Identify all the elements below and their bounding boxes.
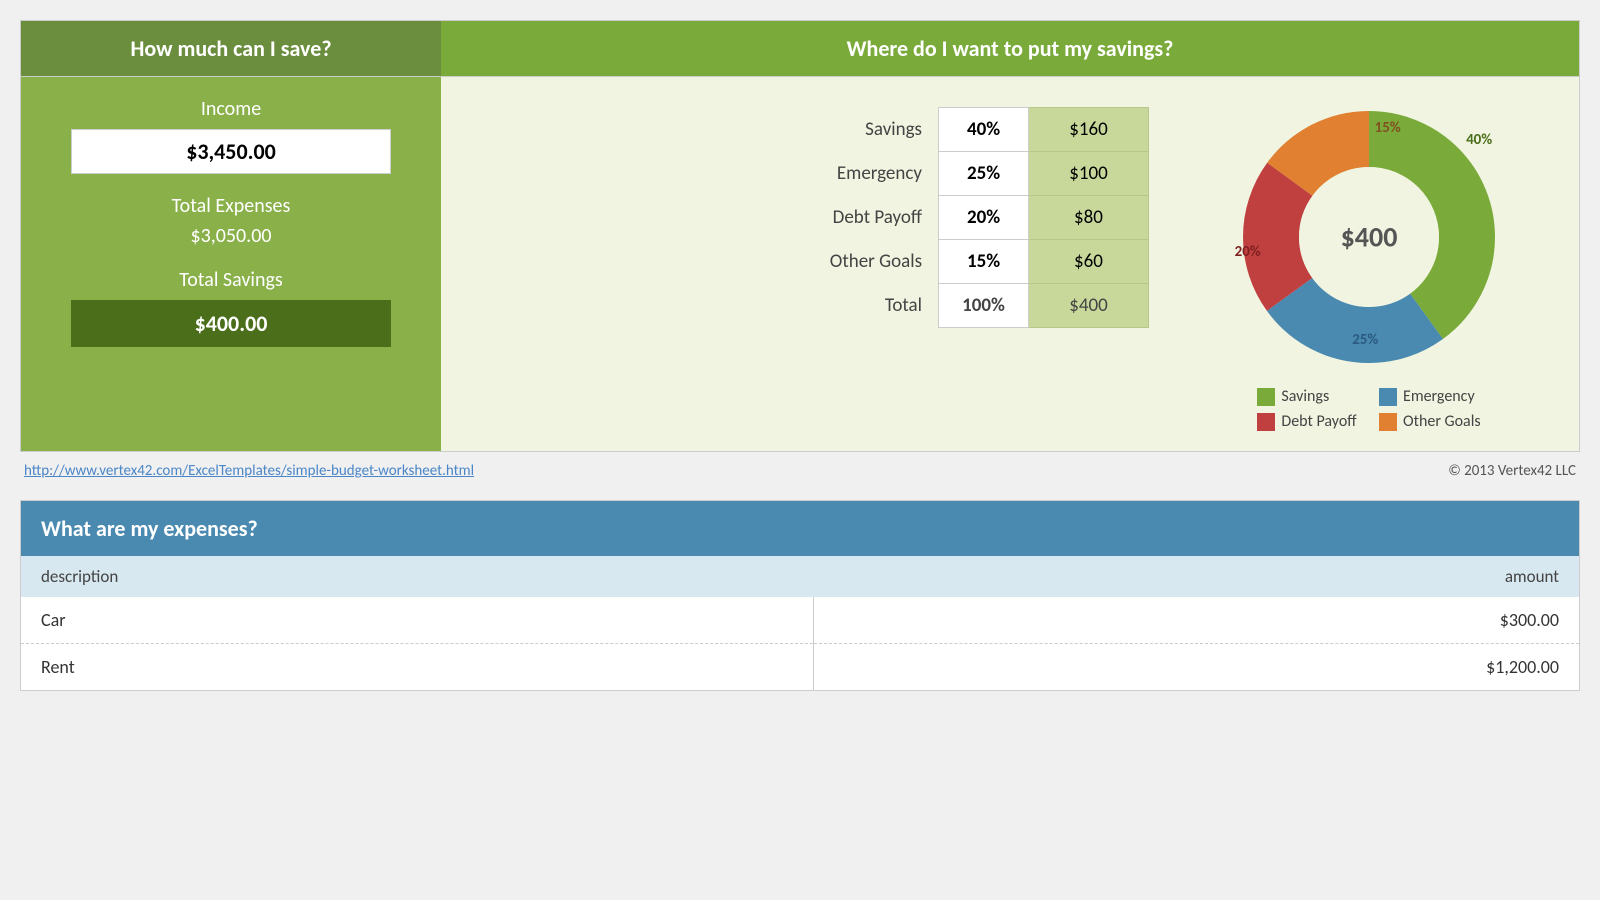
savings-row-pct: 25% (939, 152, 1029, 196)
expense-description: Rent (21, 644, 813, 691)
legend-color-box (1379, 413, 1397, 431)
chart-label-savings-pct: 40% (1466, 131, 1492, 149)
top-section: How much can I save? Where do I want to … (20, 20, 1580, 77)
legend-item: Emergency (1379, 387, 1481, 406)
savings-row-pct: 40% (939, 108, 1029, 152)
legend-color-box (1257, 413, 1275, 431)
legend-label: Emergency (1403, 387, 1475, 406)
right-panel: Savings 40% $160 Emergency 25% $100 Debt… (441, 77, 1579, 451)
chart-container: $400 40% 25% 20% 15% Savings Emergency D… (1189, 97, 1549, 431)
savings-row-amount: $60 (1029, 240, 1149, 284)
expense-amount: $1,200.00 (813, 644, 1579, 691)
expenses-label: Total Expenses (172, 194, 291, 218)
col-amount: amount (813, 556, 1579, 597)
col-description: description (21, 556, 813, 597)
expenses-table-header: description amount (21, 556, 1579, 597)
income-value[interactable]: $3,450.00 (71, 129, 391, 174)
savings-row-amount: $100 (1029, 152, 1149, 196)
savings-row-label: Savings (471, 108, 939, 152)
savings-row-label: Emergency (471, 152, 939, 196)
header-left-title: How much can I save? (21, 21, 441, 76)
bottom-section: What are my expenses? description amount… (20, 500, 1580, 691)
chart-center-value: $400 (1341, 220, 1398, 255)
savings-label: Total Savings (179, 268, 282, 292)
header-row: How much can I save? Where do I want to … (21, 21, 1579, 76)
chart-legend: Savings Emergency Debt Payoff Other Goal… (1257, 387, 1480, 431)
savings-value: $400.00 (71, 300, 391, 347)
savings-table-container: Savings 40% $160 Emergency 25% $100 Debt… (471, 97, 1149, 328)
legend-label: Other Goals (1403, 412, 1481, 431)
income-label: Income (201, 97, 261, 121)
legend-item: Debt Payoff (1257, 412, 1359, 431)
savings-row-amount: $160 (1029, 108, 1149, 152)
chart-label-debt-pct: 20% (1235, 243, 1261, 261)
expenses-header: What are my expenses? (21, 501, 1579, 556)
left-panel: Income $3,450.00 Total Expenses $3,050.0… (21, 77, 441, 451)
savings-row: Other Goals 15% $60 (471, 240, 1149, 284)
legend-label: Savings (1281, 387, 1329, 406)
expense-description: Car (21, 597, 813, 644)
savings-row-pct: 20% (939, 196, 1029, 240)
copyright-text: © 2013 Vertex42 LLC (1448, 462, 1576, 480)
total-label: Total (471, 284, 939, 328)
savings-row-label: Debt Payoff (471, 196, 939, 240)
info-bar: http://www.vertex42.com/ExcelTemplates/s… (20, 452, 1580, 490)
legend-item: Other Goals (1379, 412, 1481, 431)
expenses-row: Rent $1,200.00 (21, 644, 1579, 691)
chart-label-other-pct: 15% (1375, 119, 1401, 137)
savings-row-label: Other Goals (471, 240, 939, 284)
total-pct: 100% (939, 284, 1029, 328)
chart-label-emergency-pct: 25% (1352, 331, 1378, 349)
donut-chart: $400 40% 25% 20% 15% (1229, 97, 1509, 377)
expense-amount: $300.00 (813, 597, 1579, 644)
total-amount: $400 (1029, 284, 1149, 328)
savings-row: Debt Payoff 20% $80 (471, 196, 1149, 240)
header-right-title: Where do I want to put my savings? (441, 21, 1579, 76)
expenses-table: description amount Car $300.00 Rent $1,2… (21, 556, 1579, 690)
expenses-value: $3,050.00 (191, 224, 272, 248)
total-row: Total 100% $400 (471, 284, 1149, 328)
savings-row-pct: 15% (939, 240, 1029, 284)
legend-item: Savings (1257, 387, 1359, 406)
legend-color-box (1257, 388, 1275, 406)
expenses-row: Car $300.00 (21, 597, 1579, 644)
savings-row-amount: $80 (1029, 196, 1149, 240)
savings-row: Savings 40% $160 (471, 108, 1149, 152)
savings-table: Savings 40% $160 Emergency 25% $100 Debt… (471, 107, 1149, 328)
savings-row: Emergency 25% $100 (471, 152, 1149, 196)
vertex42-link[interactable]: http://www.vertex42.com/ExcelTemplates/s… (24, 462, 474, 480)
legend-color-box (1379, 388, 1397, 406)
legend-label: Debt Payoff (1281, 412, 1356, 431)
top-content: Income $3,450.00 Total Expenses $3,050.0… (21, 77, 1579, 451)
top-content-section: Income $3,450.00 Total Expenses $3,050.0… (20, 77, 1580, 452)
